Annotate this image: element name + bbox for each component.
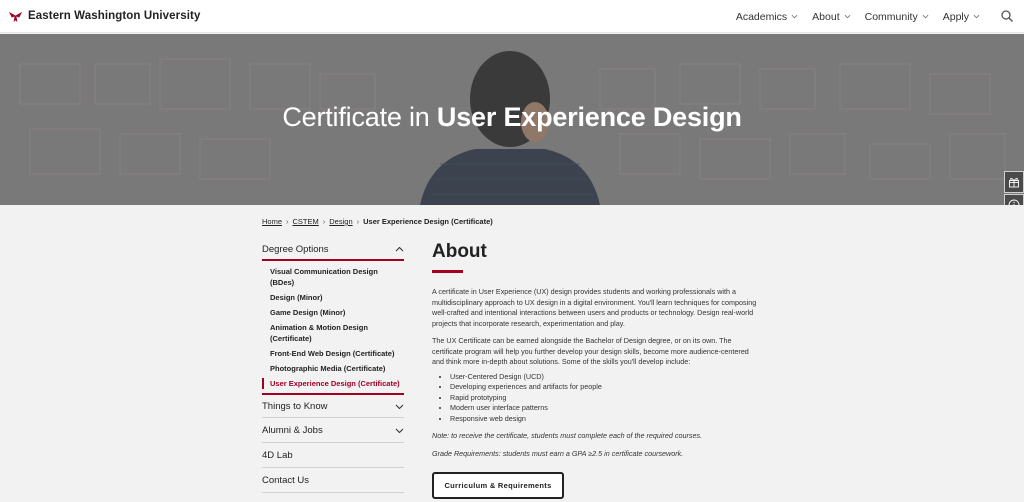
info-button[interactable] [1004, 194, 1024, 205]
gift-button[interactable] [1004, 171, 1024, 193]
breadcrumb-design[interactable]: Design [329, 217, 352, 226]
nav-academics[interactable]: Academics [736, 11, 798, 23]
sidebar-alumni-jobs[interactable]: Alumni & Jobs [262, 418, 404, 443]
sidebar: Degree Options Visual Communication Desi… [262, 240, 404, 493]
skills-list-item: User-Centered Design (UCD) [450, 372, 762, 383]
skills-list: User-Centered Design (UCD) Developing ex… [432, 372, 762, 425]
nav-about[interactable]: About [812, 10, 851, 23]
sidebar-contact-us[interactable]: Contact Us [262, 468, 404, 493]
breadcrumb-home[interactable]: Home [262, 217, 282, 226]
skills-list-item: Modern user interface patterns [450, 403, 762, 414]
skills-list-item: Responsive web design [450, 414, 762, 425]
sidebar-degree-options-label: Degree Options [262, 244, 329, 255]
nav-community[interactable]: Community [865, 11, 929, 23]
chevron-down-icon [395, 404, 404, 409]
degree-options-list: Visual Communication Design (BDes) Desig… [262, 261, 404, 389]
sidebar-item-design-minor[interactable]: Design (Minor) [262, 292, 404, 303]
page-title: Certificate in User Experience Design [0, 102, 1024, 133]
chevron-down-icon [922, 14, 929, 19]
nav-academics-label: Academics [735, 10, 788, 23]
nav-apply-label: Apply [942, 10, 969, 23]
page-title-light: Certificate in [282, 102, 437, 132]
breadcrumb: Home › CSTEM › Design › User Experience … [262, 217, 493, 226]
breadcrumb-separator: › [356, 217, 360, 226]
breadcrumb-separator: › [322, 217, 326, 226]
heading-underline [432, 270, 463, 273]
sidebar-contact-us-label: Contact Us [262, 474, 309, 486]
breadcrumb-cstem[interactable]: CSTEM [293, 217, 319, 226]
chevron-down-icon [973, 14, 980, 19]
sidebar-things-to-know[interactable]: Things to Know [262, 393, 404, 418]
skills-list-item: Rapid prototyping [450, 393, 762, 404]
details-paragraph: The UX Certificate can be earned alongsi… [432, 336, 749, 366]
search-icon[interactable] [1000, 9, 1014, 23]
eagle-logo-icon [8, 11, 23, 22]
sidebar-item-game-design[interactable]: Game Design (Minor) [262, 307, 404, 318]
intro-paragraph: A certificate in User Experience (UX) de… [432, 287, 757, 328]
chevron-down-icon [791, 14, 798, 19]
chevron-down-icon [844, 14, 851, 19]
sidebar-alumni-jobs-label: Alumni & Jobs [262, 424, 323, 436]
sidebar-item-visual-communication[interactable]: Visual Communication Design (BDes) [262, 266, 404, 288]
info-icon [1008, 199, 1020, 205]
site-header: Eastern Washington University Academics … [0, 0, 1024, 33]
certificate-note: Note: to receive the certificate, studen… [432, 431, 703, 440]
grade-requirements: Grade Requirements: students must earn a… [432, 448, 684, 458]
sidebar-things-to-know-label: Things to Know [262, 400, 328, 412]
gift-icon [1009, 177, 1019, 188]
side-tools [1004, 171, 1024, 205]
nav-apply[interactable]: Apply [943, 11, 980, 23]
curriculum-requirements-button[interactable]: Curriculum & Requirements [432, 472, 564, 499]
sidebar-item-animation[interactable]: Animation & Motion Design (Certificate) [262, 322, 404, 344]
sidebar-4d-lab-label: 4D Lab [262, 449, 293, 461]
section-heading: About [432, 241, 487, 262]
breadcrumb-separator: › [286, 217, 289, 226]
sidebar-4d-lab[interactable]: 4D Lab [262, 443, 404, 468]
sidebar-item-ux-design[interactable]: User Experience Design (Certificate) [262, 378, 404, 389]
page-title-bold: User Experience Design [436, 102, 742, 132]
skills-list-item: Developing experiences and artifacts for… [450, 382, 762, 393]
chevron-up-icon [395, 246, 404, 252]
nav-community-label: Community [864, 10, 918, 23]
main-content: About A certificate in User Experience (… [432, 241, 762, 459]
sidebar-item-photographic-media[interactable]: Photographic Media (Certificate) [262, 363, 404, 374]
chevron-down-icon [395, 428, 404, 433]
sidebar-degree-options-toggle[interactable]: Degree Options [262, 240, 404, 261]
breadcrumb-current: User Experience Design (Certificate) [363, 217, 493, 226]
brand-name: Eastern Washington University [28, 10, 201, 22]
brand-link[interactable]: Eastern Washington University [8, 9, 200, 24]
main-nav: Academics About Community Apply [722, 0, 980, 33]
hero-banner: Certificate in User Experience Design [0, 34, 1024, 205]
nav-about-label: About [812, 10, 840, 23]
sidebar-item-front-end[interactable]: Front-End Web Design (Certificate) [262, 348, 404, 359]
